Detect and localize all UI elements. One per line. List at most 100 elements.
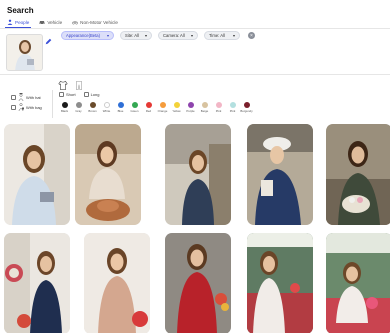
color-swatch-orange[interactable]: Orange <box>157 102 168 113</box>
color-label: Pink <box>229 109 236 113</box>
color-swatch-burgundy[interactable]: Burgundy <box>240 102 253 113</box>
chevron-down-icon: ▾ <box>106 33 109 38</box>
sleeve-length-options: Short Long <box>59 92 99 97</box>
color-dot <box>75 102 82 108</box>
query-image[interactable] <box>6 34 43 71</box>
length-long-option[interactable]: Long <box>83 92 100 97</box>
car-icon <box>39 19 45 25</box>
hat-person-icon <box>18 93 24 102</box>
color-swatch-beige[interactable]: Beige <box>199 102 210 113</box>
color-dot <box>103 102 110 108</box>
color-dot <box>61 102 68 108</box>
attribute-divider <box>52 90 53 118</box>
length-long-label: Long <box>90 92 100 97</box>
upper-clothing-icon[interactable] <box>58 78 68 90</box>
color-label: Pink <box>215 109 222 113</box>
result-card[interactable] <box>165 233 231 333</box>
color-label: Gray <box>75 109 82 113</box>
with-bag-label: With bag <box>26 104 42 110</box>
color-label: Yellow <box>172 109 181 113</box>
result-card[interactable] <box>84 233 150 333</box>
color-label: Brown <box>88 109 97 113</box>
site-filter-label: Site: All <box>125 33 139 38</box>
with-bag-checkbox[interactable] <box>11 104 16 110</box>
tab-vehicle[interactable]: Vehicle <box>37 18 64 26</box>
result-card[interactable] <box>247 233 313 333</box>
color-swatch-pink[interactable]: Pink <box>213 102 224 113</box>
color-swatch-gray[interactable]: Gray <box>73 102 84 113</box>
tab-label: Non-Motor Vehicle <box>80 19 118 25</box>
color-palette: Black Gray Brown White Blue Green Red Or… <box>59 102 253 113</box>
color-dot <box>89 102 96 108</box>
with-hat-label: With hat <box>26 94 41 100</box>
length-long-checkbox[interactable] <box>83 92 89 97</box>
result-card[interactable] <box>4 124 70 225</box>
result-card[interactable] <box>247 124 313 225</box>
color-swatch-yellow[interactable]: Yellow <box>171 102 182 113</box>
camera-filter[interactable]: Camera: All ▾ <box>158 31 198 40</box>
color-label: Purple <box>186 109 195 113</box>
color-swatch-green[interactable]: Green <box>129 102 140 113</box>
color-dot <box>243 102 250 108</box>
color-swatch-teal[interactable]: Pink <box>227 102 238 113</box>
with-hat-checkbox[interactable] <box>11 94 16 100</box>
person-icon <box>7 19 13 25</box>
close-icon: × <box>250 32 253 39</box>
color-swatch-black[interactable]: Black <box>59 102 70 113</box>
chevron-down-icon: ▾ <box>190 33 193 38</box>
search-type-tabs: People Vehicle Non-Motor Vehicle <box>5 18 120 28</box>
time-filter-label: Time: All <box>209 33 225 38</box>
color-swatch-brown[interactable]: Brown <box>87 102 98 113</box>
color-label: Red <box>145 109 152 113</box>
color-label: Orange <box>157 109 168 113</box>
color-label: Beige <box>200 109 209 113</box>
color-dot <box>215 102 222 108</box>
color-label: Blue <box>117 109 124 113</box>
color-dot <box>173 102 180 108</box>
color-dot <box>131 102 138 108</box>
lower-clothing-icon[interactable] <box>74 78 84 90</box>
with-bag-option[interactable]: With bag <box>11 103 42 112</box>
with-hat-option[interactable]: With hat <box>11 93 41 102</box>
color-swatch-white[interactable]: White <box>101 102 112 113</box>
site-filter[interactable]: Site: All ▾ <box>120 31 152 40</box>
color-dot <box>187 102 194 108</box>
result-card[interactable] <box>4 233 70 333</box>
clear-filters-button[interactable]: × <box>248 32 255 39</box>
result-card[interactable] <box>165 124 231 225</box>
result-card[interactable] <box>326 233 390 333</box>
appearance-filter[interactable]: Appearance(Beta) ▾ <box>61 31 114 40</box>
color-label: White <box>102 109 111 113</box>
tab-divider <box>0 28 390 29</box>
length-short-label: Short <box>66 92 76 97</box>
time-filter[interactable]: Time: All ▾ <box>204 31 240 40</box>
chevron-down-icon: ▾ <box>144 33 147 38</box>
result-card[interactable] <box>75 124 141 225</box>
color-dot <box>117 102 124 108</box>
chevron-down-icon: ▾ <box>232 33 235 38</box>
tab-non-motor-vehicle[interactable]: Non-Motor Vehicle <box>70 18 120 26</box>
color-label: Green <box>130 109 139 113</box>
color-swatch-red[interactable]: Red <box>143 102 154 113</box>
page-title: Search <box>7 6 34 15</box>
camera-filter-label: Camera: All <box>163 33 185 38</box>
section-divider <box>0 74 390 75</box>
length-short-option[interactable]: Short <box>59 92 76 97</box>
length-short-checkbox[interactable] <box>59 92 64 97</box>
appearance-filter-label: Appearance(Beta) <box>66 33 100 38</box>
color-dot <box>229 102 236 108</box>
tab-label: People <box>15 19 30 25</box>
color-label: Black <box>60 109 69 113</box>
edit-pencil-icon[interactable] <box>45 32 52 45</box>
color-dot <box>201 102 208 108</box>
color-swatch-purple[interactable]: Purple <box>185 102 196 113</box>
color-dot <box>145 102 152 108</box>
bag-person-icon <box>18 103 24 112</box>
result-card[interactable] <box>326 124 390 225</box>
color-label: Burgundy <box>240 109 253 113</box>
tab-label: Vehicle <box>47 19 63 25</box>
bicycle-icon <box>72 19 79 25</box>
color-dot <box>159 102 166 108</box>
color-swatch-blue[interactable]: Blue <box>115 102 126 113</box>
tab-people[interactable]: People <box>5 18 32 28</box>
